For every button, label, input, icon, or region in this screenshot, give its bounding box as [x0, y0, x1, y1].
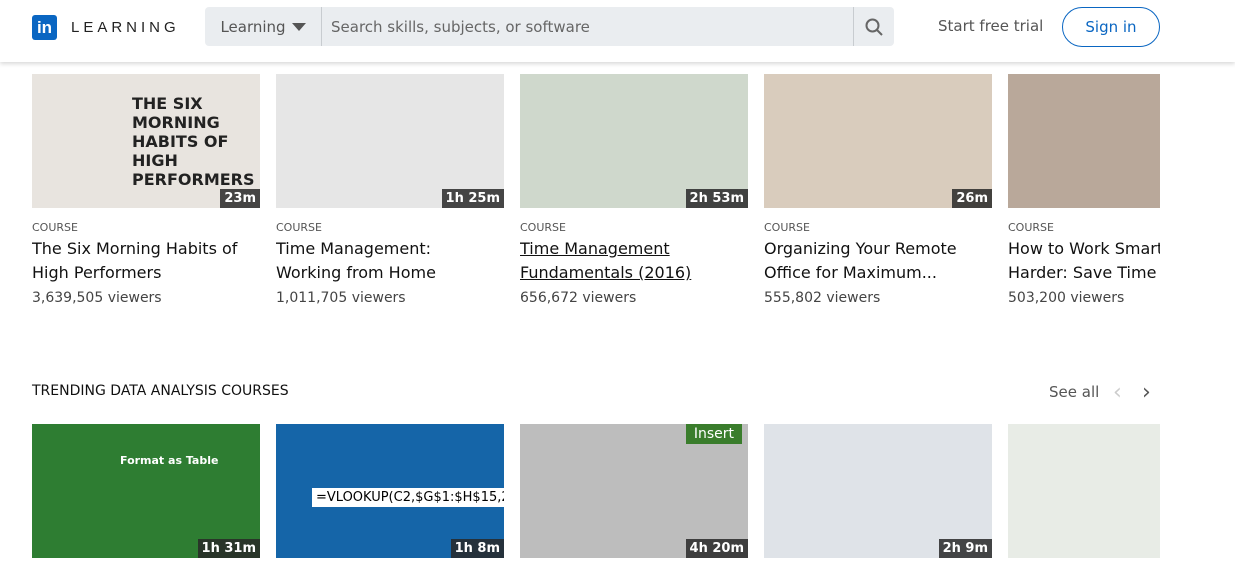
- chevron-right-icon[interactable]: ›: [1142, 380, 1151, 405]
- course-card[interactable]: 1h 25m COURSE Time Management: Working from…: [276, 74, 504, 306]
- course-card[interactable]: Insert 4h 20m: [520, 424, 748, 558]
- course-title[interactable]: Time Management Fundamentals (2016): [520, 237, 748, 285]
- course-thumbnail[interactable]: THE SIX MORNING HABITS OF HIGH PERFORMER…: [32, 74, 260, 208]
- viewer-count: 555,802 viewers: [764, 290, 881, 306]
- course-type-label: COURSE: [276, 221, 322, 234]
- course-card[interactable]: [1008, 424, 1160, 558]
- duration-badge: 23m: [220, 189, 260, 208]
- course-card[interactable]: 26m COURSE Organizing Your Remote Office fo…: [764, 74, 992, 306]
- course-title-line[interactable]: Harder: Save Time: [1008, 261, 1160, 285]
- start-free-trial-link[interactable]: Start free trial: [938, 17, 1043, 35]
- see-all-link[interactable]: See all: [1049, 383, 1099, 401]
- search-input[interactable]: [322, 7, 853, 46]
- course-title-line[interactable]: The Six Morning Habits of: [32, 237, 260, 261]
- course-card[interactable]: THE SIX MORNING HABITS OF HIGH PERFORMER…: [32, 74, 260, 306]
- course-title[interactable]: How to Work Smarter,Harder: Save Time: [1008, 237, 1160, 285]
- course-thumbnail[interactable]: 2h 9m: [764, 424, 992, 558]
- course-title-line[interactable]: How to Work Smarter,: [1008, 237, 1160, 261]
- course-thumbnail[interactable]: Format as Table 1h 31m: [32, 424, 260, 558]
- course-title-line[interactable]: Office for Maximum...: [764, 261, 992, 285]
- section-title: TRENDING DATA ANALYSIS COURSES: [32, 383, 289, 399]
- course-title-line[interactable]: Time Management:: [276, 237, 504, 261]
- course-card[interactable]: Format as Table 1h 31m: [32, 424, 260, 558]
- course-title[interactable]: Time Management: Working from Home: [276, 237, 504, 285]
- course-card[interactable]: COURSE How to Work Smarter,Harder: Save T…: [1008, 74, 1160, 306]
- sign-in-button[interactable]: Sign in: [1062, 7, 1160, 47]
- course-card[interactable]: 2h 53m COURSE Time Management Fundamentals …: [520, 74, 748, 306]
- linkedin-logo[interactable]: in: [32, 15, 57, 40]
- course-type-label: COURSE: [32, 221, 78, 234]
- viewer-count: 1,011,705 viewers: [276, 290, 406, 306]
- header: in LEARNING Learning Start free trial Si…: [0, 0, 1235, 62]
- course-title-line[interactable]: Time Management: [520, 237, 748, 261]
- duration-badge: 4h 20m: [685, 539, 748, 558]
- course-title-line[interactable]: Fundamentals (2016): [520, 261, 748, 285]
- brand-name[interactable]: LEARNING: [71, 19, 180, 36]
- course-thumbnail[interactable]: 26m: [764, 74, 992, 208]
- thumbnail-text: Insert: [685, 424, 742, 444]
- thumbnail-text: THE SIX MORNING HABITS OF HIGH PERFORMER…: [132, 94, 255, 189]
- course-type-label: COURSE: [520, 221, 566, 234]
- course-thumbnail[interactable]: 1h 25m: [276, 74, 504, 208]
- course-thumbnail[interactable]: Insert 4h 20m: [520, 424, 748, 558]
- duration-badge: 2h 53m: [685, 189, 748, 208]
- course-title[interactable]: The Six Morning Habits of High Performers: [32, 237, 260, 285]
- search-scope-dropdown[interactable]: Learning: [205, 7, 322, 46]
- course-thumbnail[interactable]: 2h 53m: [520, 74, 748, 208]
- viewer-count: 3,639,505 viewers: [32, 290, 162, 306]
- course-title-line[interactable]: High Performers: [32, 261, 260, 285]
- duration-badge: 26m: [952, 189, 992, 208]
- course-thumbnail[interactable]: =VLOOKUP(C2,$G$1:$H$15,2 1h 8m: [276, 424, 504, 558]
- course-card[interactable]: =VLOOKUP(C2,$G$1:$H$15,2 1h 8m: [276, 424, 504, 558]
- search-bar: Learning: [205, 7, 894, 46]
- scope-label: Learning: [220, 17, 286, 36]
- course-row-1: THE SIX MORNING HABITS OF HIGH PERFORMER…: [32, 74, 1160, 334]
- duration-badge: 1h 8m: [450, 539, 504, 558]
- course-title-line[interactable]: Working from Home: [276, 261, 504, 285]
- course-thumbnail[interactable]: [1008, 74, 1160, 208]
- duration-badge: 1h 31m: [197, 539, 260, 558]
- course-row-2: Format as Table 1h 31m =VLOOKUP(C2,$G$1:$H…: [32, 424, 1160, 558]
- course-title[interactable]: Organizing Your Remote Office for Maximum…: [764, 237, 992, 285]
- course-title-line[interactable]: Organizing Your Remote: [764, 237, 992, 261]
- course-type-label: COURSE: [1008, 221, 1054, 234]
- chevron-left-icon[interactable]: ‹: [1113, 380, 1122, 405]
- viewer-count: 503,200 viewers: [1008, 290, 1125, 306]
- search-icon: [865, 18, 883, 36]
- course-card[interactable]: 2h 9m: [764, 424, 992, 558]
- search-button[interactable]: [853, 7, 894, 46]
- viewer-count: 656,672 viewers: [520, 290, 637, 306]
- course-thumbnail[interactable]: [1008, 424, 1160, 558]
- caret-down-icon: [291, 22, 306, 31]
- course-type-label: COURSE: [764, 221, 810, 234]
- thumbnail-text: =VLOOKUP(C2,$G$1:$H$15,2: [312, 488, 504, 507]
- duration-badge: 2h 9m: [938, 539, 992, 558]
- duration-badge: 1h 25m: [441, 189, 504, 208]
- thumbnail-text: Format as Table: [120, 454, 219, 467]
